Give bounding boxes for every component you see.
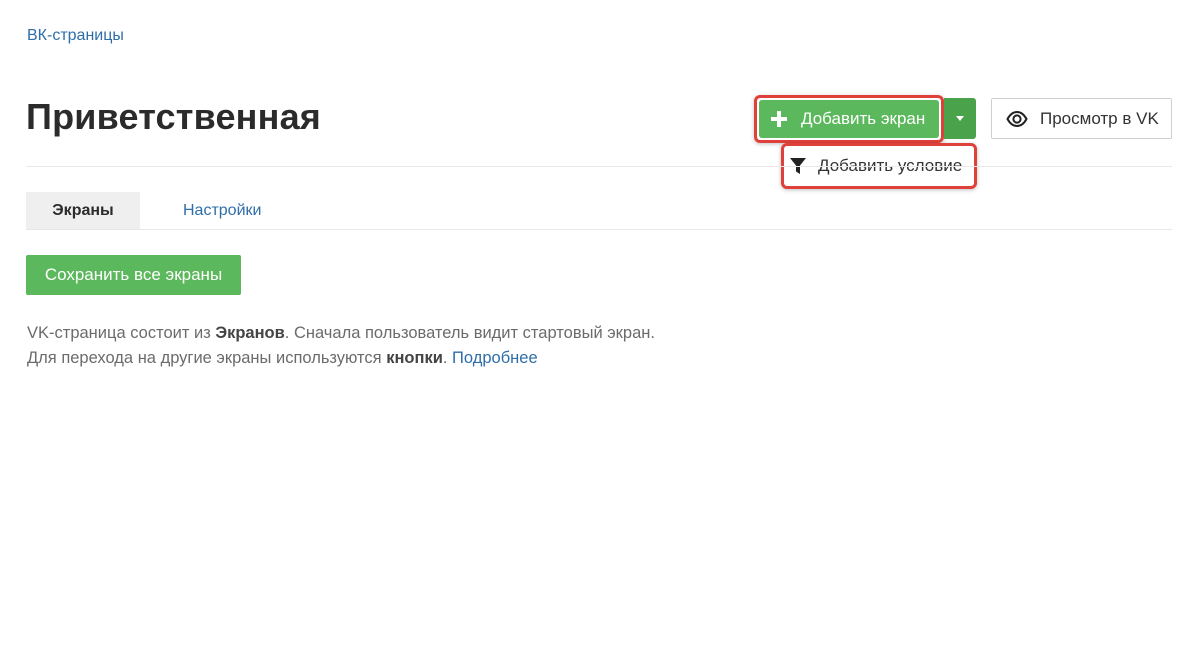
help-line-1: VK-страница состоит из Экранов. Сначала … xyxy=(27,321,655,346)
help-bold-screens: Экранов xyxy=(215,324,285,342)
tab-settings[interactable]: Настройки xyxy=(183,192,261,229)
help-bold-buttons: кнопки xyxy=(386,349,443,367)
preview-in-vk-button[interactable]: Просмотр в VK xyxy=(991,98,1172,139)
tab-screens[interactable]: Экраны xyxy=(26,192,140,229)
help-text-segment: . Сначала пользователь видит стартовый э… xyxy=(284,324,655,342)
add-screen-button[interactable]: Добавить экран xyxy=(759,100,939,138)
help-text-segment: VK-страница состоит из xyxy=(27,324,216,342)
plus-icon xyxy=(771,111,787,127)
add-screen-label: Добавить экран xyxy=(801,109,926,128)
page-title: Приветственная xyxy=(26,96,322,137)
more-link[interactable]: Подробнее xyxy=(452,349,538,367)
page: ВК-страницы Приветственная Добавить экра… xyxy=(0,0,1199,665)
caret-down-icon xyxy=(956,116,964,121)
eye-icon xyxy=(1006,110,1028,127)
add-screen-dropdown-toggle[interactable] xyxy=(944,98,976,139)
header-divider xyxy=(26,166,1172,167)
breadcrumb-vk-pages[interactable]: ВК-страницы xyxy=(27,27,124,45)
help-text-segment: . xyxy=(442,349,453,367)
help-line-2: Для перехода на другие экраны используют… xyxy=(27,346,655,371)
preview-label: Просмотр в VK xyxy=(1040,108,1159,128)
save-all-screens-button[interactable]: Сохранить все экраны xyxy=(26,255,241,295)
help-text: VK-страница состоит из Экранов. Сначала … xyxy=(27,321,655,371)
tab-bar: Экраны Настройки xyxy=(26,192,1172,230)
help-text-segment: Для перехода на другие экраны используют… xyxy=(27,349,387,367)
